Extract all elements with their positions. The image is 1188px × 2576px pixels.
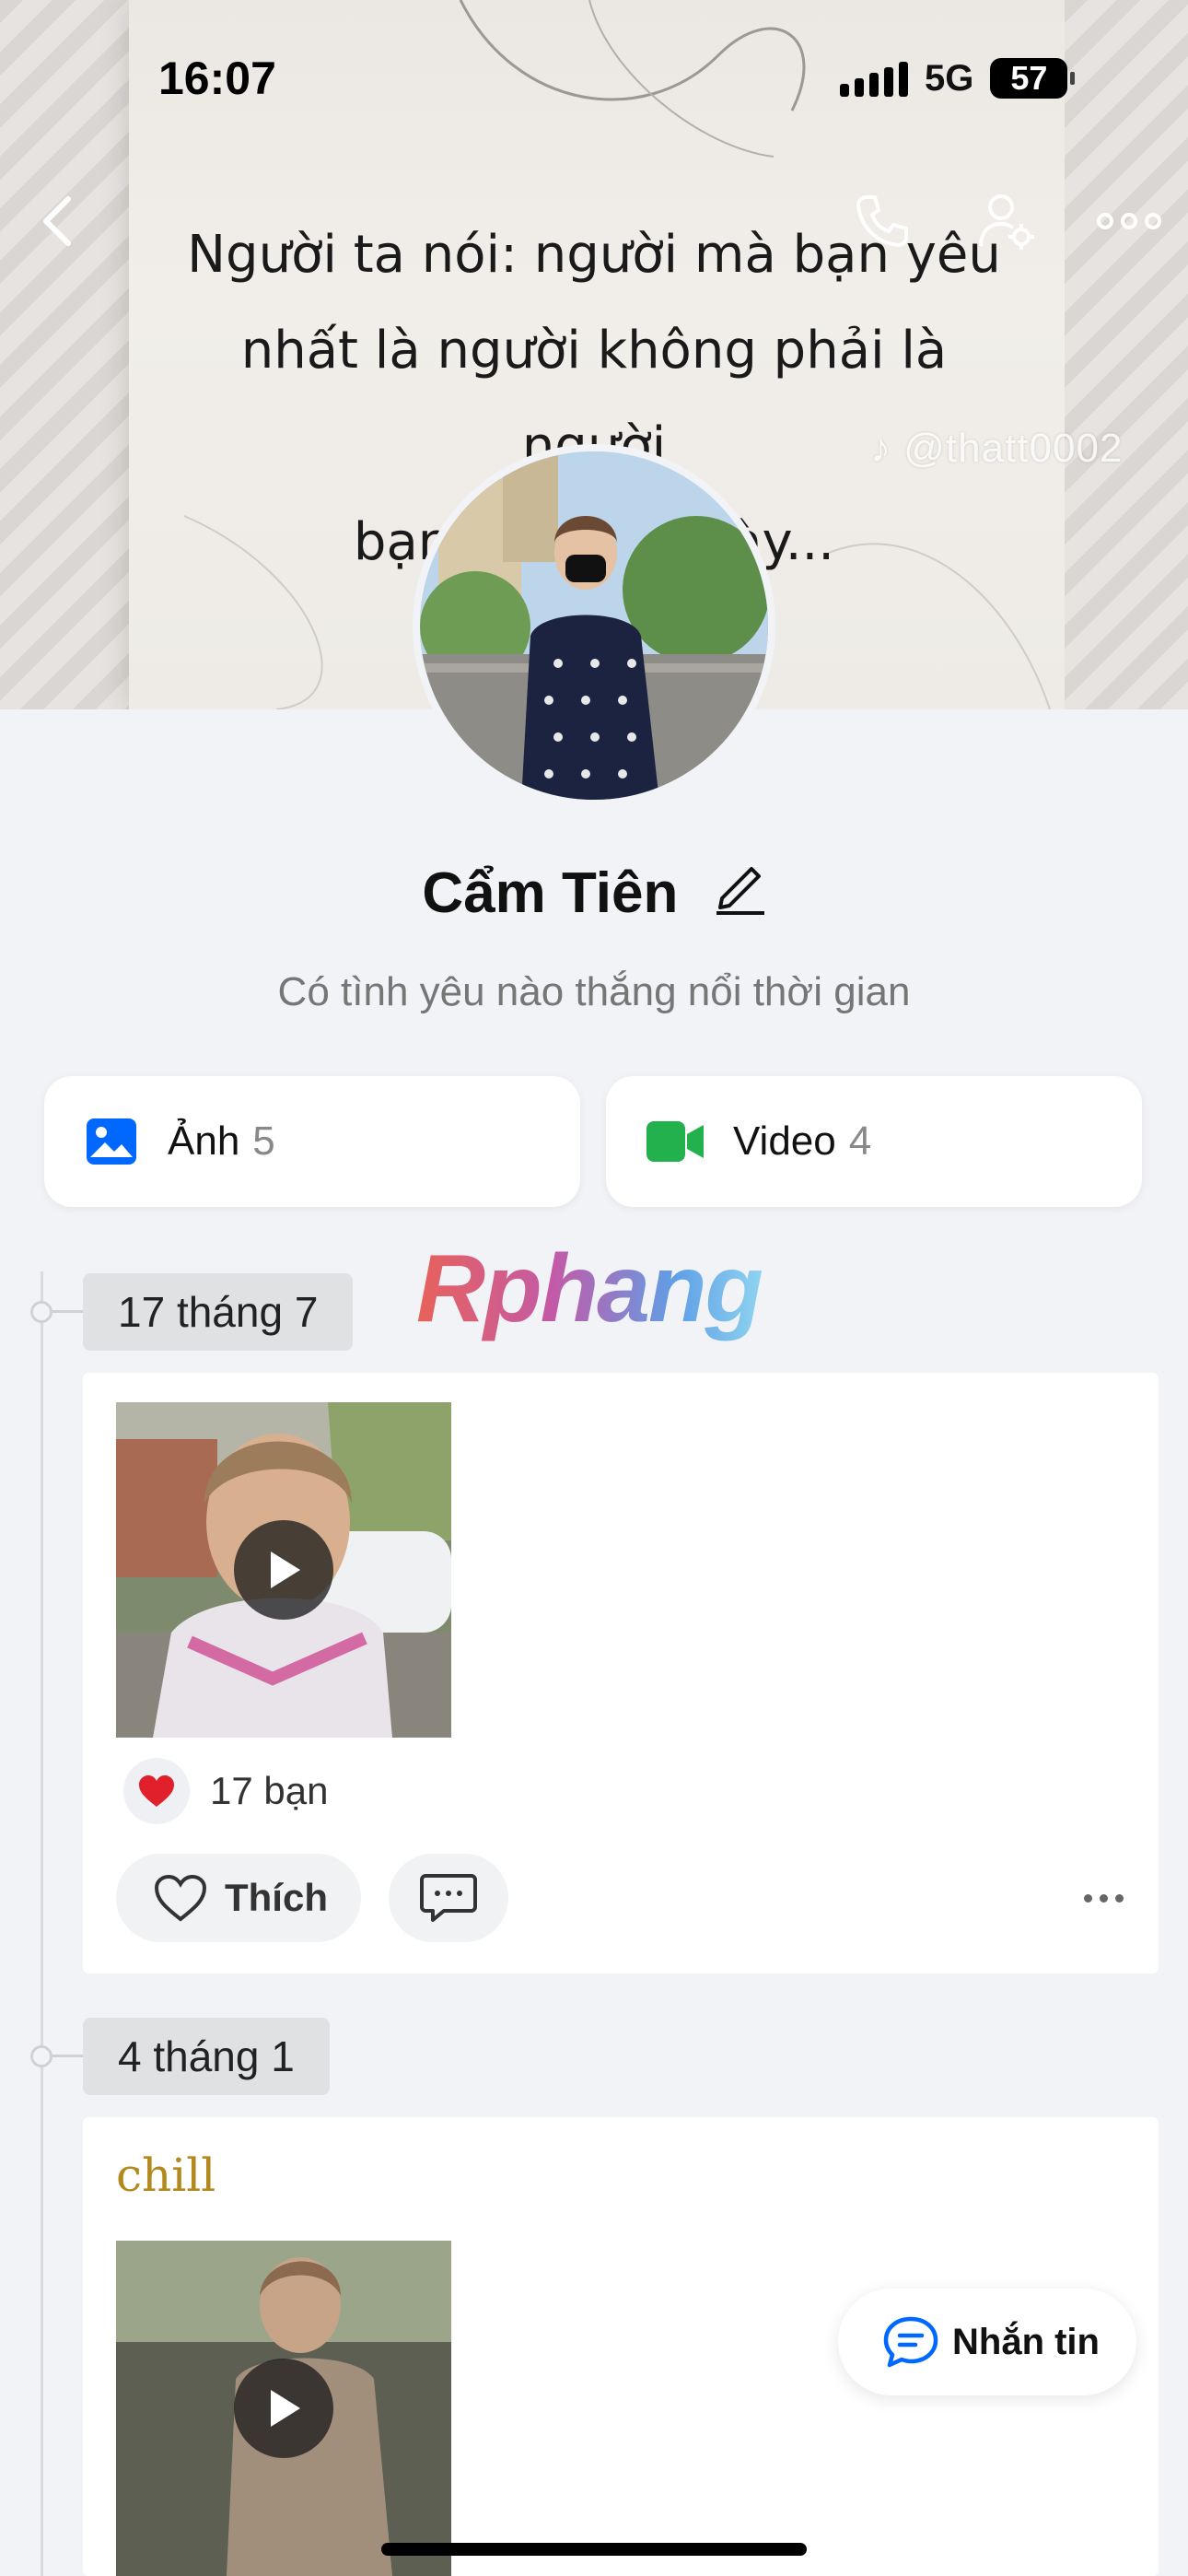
video-camera-icon	[646, 1121, 704, 1162]
post-caption: chill	[116, 2149, 216, 2202]
videos-button[interactable]: Video 4	[606, 1076, 1142, 1207]
more-dot	[1100, 1893, 1108, 1903]
timeline-date: 17 tháng 7	[83, 1273, 354, 1351]
avatar-photo	[420, 451, 768, 800]
home-indicator[interactable]	[381, 2543, 807, 2556]
post-more-button[interactable]	[1084, 1854, 1124, 1942]
battery-level: 57	[1010, 59, 1048, 97]
pencil-icon	[716, 867, 764, 916]
heart-outline-icon	[154, 1874, 207, 1922]
timeline-connector	[52, 1310, 84, 1313]
videos-count: 4	[848, 1118, 872, 1164]
cover-background-left	[0, 0, 129, 709]
phone-icon	[856, 195, 908, 247]
image-icon	[85, 1117, 138, 1166]
play-button[interactable]	[234, 2359, 333, 2458]
timeline-dot	[30, 2045, 52, 2067]
back-button[interactable]	[20, 184, 94, 258]
more-dot	[1084, 1893, 1092, 1903]
video-thumbnail[interactable]	[116, 1402, 451, 1738]
play-icon	[271, 2390, 300, 2427]
photos-count: 5	[252, 1118, 275, 1164]
battery-icon: 57	[990, 58, 1076, 99]
cover-watermark-text: @thatt0002	[903, 426, 1124, 471]
message-button[interactable]: Nhắn tin	[838, 2289, 1136, 2395]
call-button[interactable]	[845, 184, 919, 258]
chevron-left-icon	[43, 196, 71, 246]
avatar[interactable]	[413, 444, 775, 807]
like-button[interactable]: Thích	[116, 1854, 361, 1942]
tiktok-icon: ♪	[870, 426, 891, 471]
signal-icon	[840, 60, 908, 97]
status-time: 16:07	[158, 53, 276, 104]
timeline-line	[41, 1271, 43, 2576]
more-dot	[1115, 1893, 1124, 1903]
play-button[interactable]	[234, 1520, 333, 1620]
chat-bubble-icon	[883, 2316, 938, 2368]
reaction-summary[interactable]: 17 bạn	[123, 1758, 328, 1824]
timeline-dot	[30, 1301, 52, 1323]
comment-button[interactable]	[389, 1854, 508, 1942]
heart-reaction-icon	[123, 1758, 190, 1824]
post-card: 17 bạn Thích	[83, 1373, 1159, 1973]
cover-background-right	[1065, 0, 1188, 709]
user-settings-icon	[979, 194, 1034, 250]
like-label: Thích	[225, 1876, 328, 1919]
photos-label: Ảnh	[168, 1118, 240, 1164]
cover-watermark: ♪ @thatt0002	[870, 426, 1123, 472]
status-indicators: 5G 57	[840, 55, 1076, 101]
timeline-connector	[52, 2055, 84, 2057]
profile-settings-button[interactable]	[971, 184, 1044, 258]
profile-name: Cẩm Tiên	[422, 861, 679, 926]
reaction-count: 17 bạn	[210, 1769, 329, 1812]
photos-button[interactable]: Ảnh 5	[44, 1076, 580, 1207]
edit-name-button[interactable]	[715, 858, 766, 929]
timeline-date: 4 tháng 1	[83, 2018, 330, 2095]
video-thumbnail[interactable]	[116, 2241, 451, 2576]
comment-icon	[420, 1874, 477, 1922]
play-icon	[271, 1551, 300, 1588]
videos-label: Video	[733, 1118, 836, 1164]
profile-name-row: Cẩm Tiên	[0, 857, 1188, 929]
more-options-button[interactable]	[1092, 184, 1166, 258]
message-button-label: Nhắn tin	[952, 2321, 1100, 2362]
profile-bio: Có tình yêu nào thắng nổi thời gian	[277, 969, 911, 1014]
more-horizontal-icon	[1097, 213, 1161, 229]
network-label: 5G	[925, 57, 974, 99]
overlay-watermark: Rphang	[416, 1235, 763, 1342]
